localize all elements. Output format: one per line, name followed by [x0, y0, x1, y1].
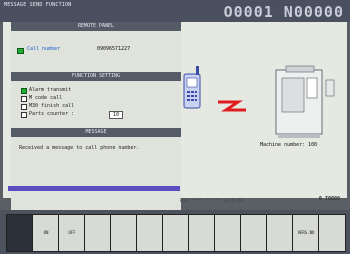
softkey-blank-4[interactable] — [110, 214, 138, 252]
alarm-transmit-checkbox[interactable] — [21, 88, 27, 94]
softkey-on[interactable]: ON — [32, 214, 60, 252]
softkey-next[interactable] — [318, 214, 346, 252]
mobile-phone-icon — [183, 66, 201, 109]
status-line: EDIT **** *** *** 10:25:40 — [180, 198, 243, 203]
remote-panel-header: REMOTE PANEL — [11, 22, 181, 31]
m30-finish-call-checkbox[interactable] — [21, 104, 27, 110]
progress-bar — [8, 186, 180, 191]
screen-title: MESSAGE SEND FUNCTION — [4, 2, 72, 8]
machine-tool-icon — [275, 65, 335, 138]
signal-zigzag-icon — [218, 100, 246, 112]
softkey-off[interactable]: OFF — [58, 214, 86, 252]
softkey-blank-3[interactable] — [84, 214, 112, 252]
softkey-back[interactable] — [6, 214, 34, 252]
function-setting-header: FUNCTION SETTING — [11, 72, 181, 81]
position-readout: 0 T0000 — [318, 196, 340, 202]
softkey-blank-7[interactable] — [188, 214, 216, 252]
softkey-bar: ON OFF VERS.NO — [0, 210, 350, 254]
alarm-transmit-label: Alarm transmit — [29, 87, 72, 93]
m-code-call-label: M code call — [29, 95, 63, 101]
softkey-blank-5[interactable] — [136, 214, 164, 252]
m30-finish-call-label: M30 finish call — [29, 103, 75, 109]
program-number: O0001 N00000 — [223, 3, 344, 21]
machine-number-label: Machine number: 100 — [260, 142, 318, 148]
parts-counter-checkbox[interactable] — [21, 112, 27, 118]
phone-number-value: 09096571227 — [97, 46, 131, 52]
connection-diagram — [183, 65, 335, 138]
call-indicator-icon — [17, 48, 24, 54]
cnc-screen: MESSAGE SEND FUNCTION O0001 N00000 REMOT… — [0, 0, 350, 254]
softkey-blank-9[interactable] — [240, 214, 268, 252]
work-area: REMOTE PANEL Call number 09096571227 FUN… — [3, 22, 347, 218]
message-header: MESSAGE — [11, 128, 181, 137]
parts-counter-label: Parts counter : — [29, 111, 75, 117]
title-bar: MESSAGE SEND FUNCTION O0001 N00000 — [0, 0, 350, 22]
m-code-call-checkbox[interactable] — [21, 96, 27, 102]
softkey-blank-8[interactable] — [214, 214, 242, 252]
softkey-blank-10[interactable] — [266, 214, 294, 252]
call-number-label[interactable]: Call number — [27, 46, 60, 52]
message-text: Received a message to call phone number. — [19, 145, 140, 151]
parts-counter-value[interactable]: 10 — [109, 111, 124, 119]
softkey-version[interactable]: VERS.NO — [292, 214, 320, 252]
softkey-blank-6[interactable] — [162, 214, 190, 252]
